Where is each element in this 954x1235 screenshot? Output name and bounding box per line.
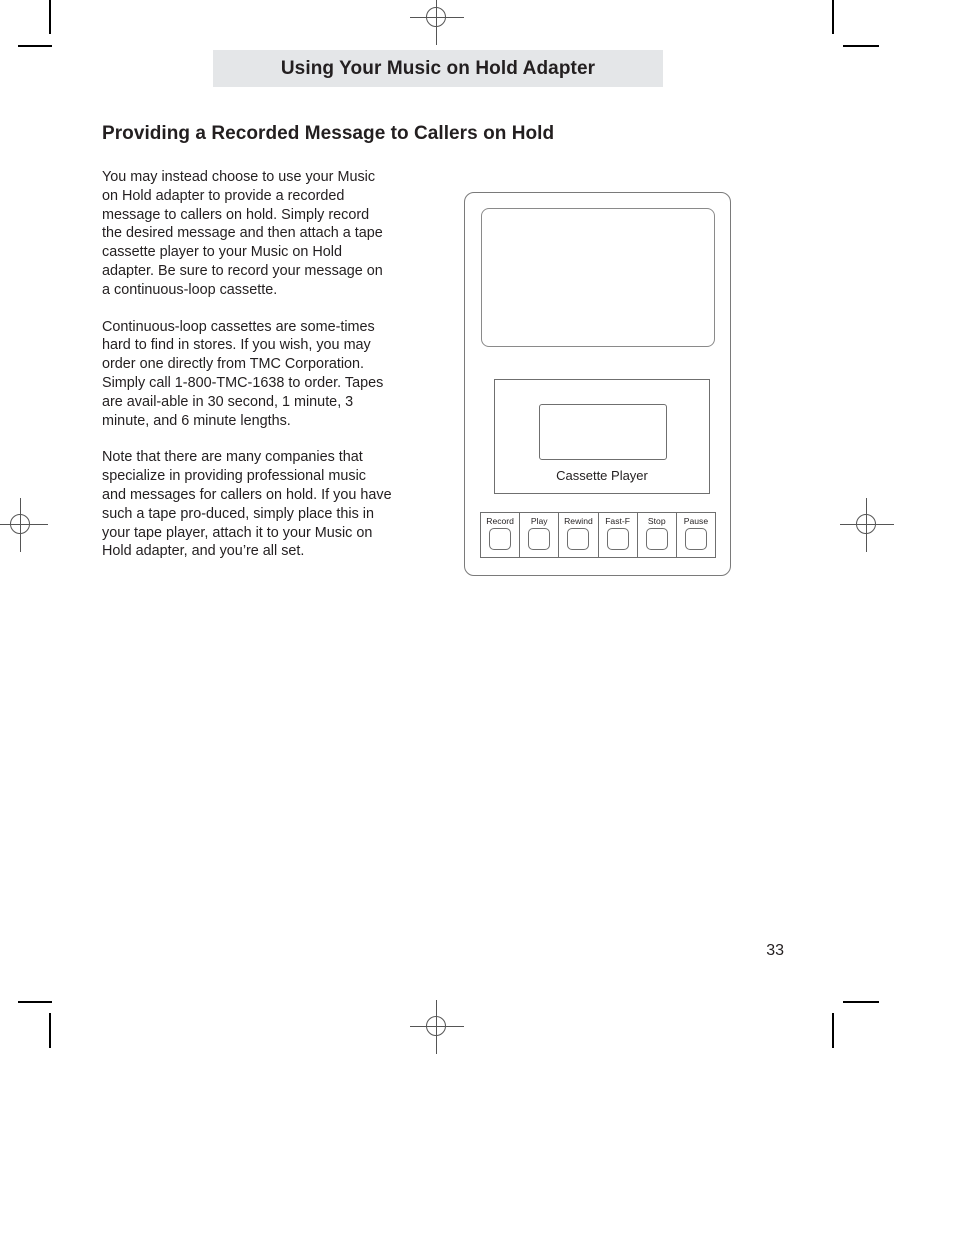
registration-horizontal-line bbox=[0, 524, 48, 525]
registration-vertical-line bbox=[20, 498, 21, 552]
fast-forward-button[interactable]: Fast-F bbox=[597, 512, 637, 558]
body-text-column: You may instead choose to use your Music… bbox=[102, 168, 392, 579]
crop-mark-bottom-right-horizontal bbox=[843, 1001, 879, 1003]
pause-button-label: Pause bbox=[683, 516, 709, 526]
chapter-banner: Using Your Music on Hold Adapter bbox=[213, 50, 663, 87]
play-button-key[interactable] bbox=[528, 528, 551, 550]
fast-forward-button-key[interactable] bbox=[606, 528, 629, 550]
crop-mark-bottom-left-horizontal bbox=[18, 1001, 52, 1003]
crop-mark-bottom-left-vertical bbox=[49, 1013, 51, 1048]
registration-horizontal-line bbox=[840, 524, 894, 525]
cassette-player-label: Cassette Player bbox=[556, 468, 648, 483]
registration-vertical-line bbox=[436, 0, 437, 45]
crop-mark-top-right-vertical bbox=[832, 0, 834, 34]
pause-button[interactable]: Pause bbox=[675, 512, 717, 558]
registration-vertical-line bbox=[866, 498, 867, 552]
crop-mark-top-right-horizontal bbox=[843, 45, 879, 47]
fast-forward-button-label: Fast-F bbox=[605, 516, 631, 526]
stop-button-key[interactable] bbox=[645, 528, 668, 550]
registration-mark-left bbox=[0, 498, 48, 552]
cassette-window bbox=[539, 404, 667, 460]
rewind-button-label: Rewind bbox=[564, 516, 593, 526]
record-button-label: Record bbox=[486, 516, 514, 526]
registration-mark-bottom bbox=[410, 1000, 464, 1054]
registration-horizontal-line bbox=[410, 17, 464, 18]
section-heading: Providing a Recorded Message to Callers … bbox=[102, 122, 555, 144]
rewind-button-key[interactable] bbox=[567, 528, 590, 550]
crop-mark-top-left-horizontal bbox=[18, 45, 52, 47]
chapter-title: Using Your Music on Hold Adapter bbox=[280, 57, 596, 79]
registration-mark-right bbox=[840, 498, 894, 552]
crop-mark-top-left-vertical bbox=[49, 0, 51, 34]
registration-horizontal-line bbox=[410, 1026, 464, 1027]
play-button-label: Play bbox=[530, 516, 548, 526]
registration-vertical-line bbox=[436, 1000, 437, 1054]
body-paragraph-3: Note that there are many companies that … bbox=[102, 449, 392, 560]
stop-button-label: Stop bbox=[647, 516, 666, 526]
pause-button-key[interactable] bbox=[684, 528, 707, 550]
body-paragraph-2: Continuous-loop cassettes are some-times… bbox=[102, 318, 384, 429]
device-top-panel bbox=[481, 208, 715, 347]
record-button[interactable]: Record bbox=[480, 512, 520, 558]
record-button-key[interactable] bbox=[489, 528, 512, 550]
cassette-player-figure: Cassette Player Record Play Rewind Fast-… bbox=[464, 192, 731, 576]
page-number: 33 bbox=[766, 942, 784, 959]
rewind-button[interactable]: Rewind bbox=[558, 512, 598, 558]
body-paragraph-1: You may instead choose to use your Music… bbox=[102, 169, 383, 298]
device-deck-panel: Cassette Player bbox=[494, 379, 710, 494]
crop-mark-bottom-right-vertical bbox=[832, 1013, 834, 1048]
transport-button-row: Record Play Rewind Fast-F Stop Pause bbox=[480, 512, 717, 558]
stop-button[interactable]: Stop bbox=[636, 512, 676, 558]
play-button[interactable]: Play bbox=[519, 512, 559, 558]
registration-mark-top bbox=[410, 0, 464, 45]
